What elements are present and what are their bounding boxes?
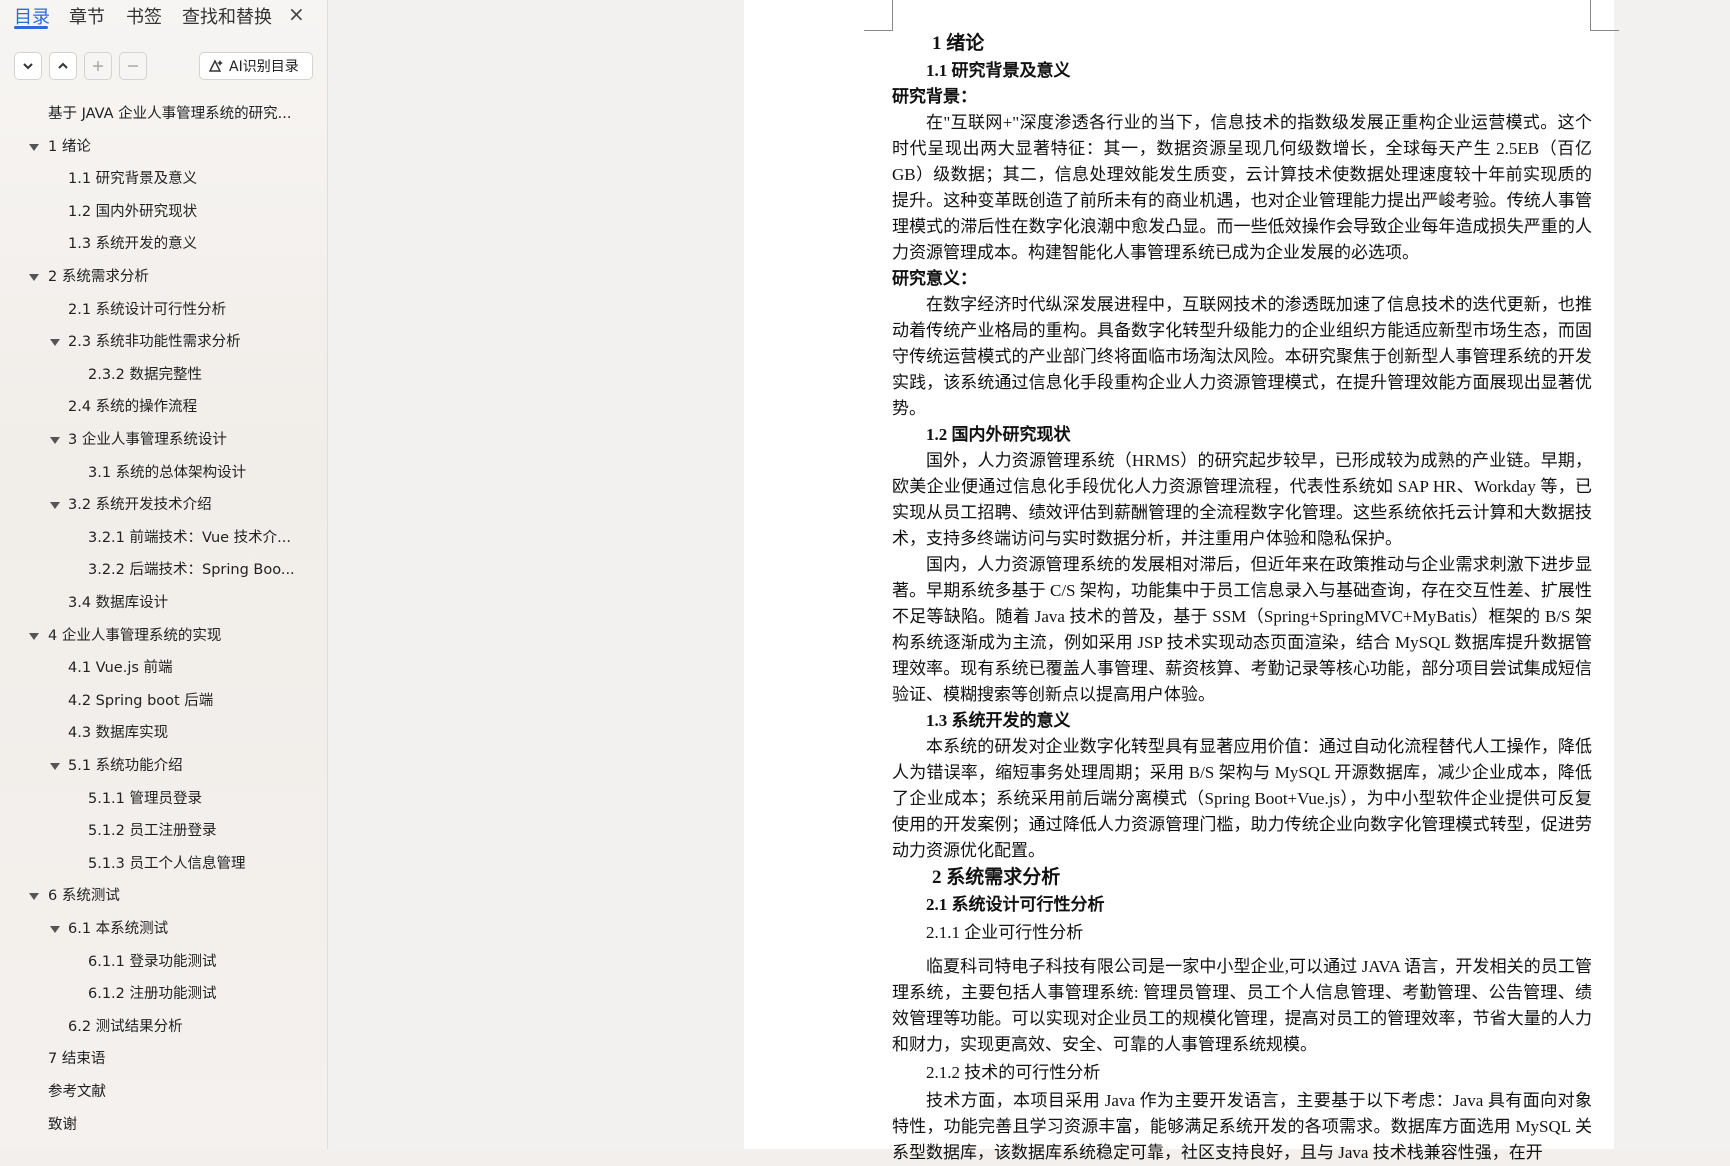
chapter-heading: 2 系统需求分析 [932,867,1061,888]
section-heading: 1.3 系统开发的意义 [926,711,1071,730]
chevron-down-icon [23,63,33,70]
toc-item[interactable]: 3.1 系统的总体架构设计 [88,461,246,485]
collapse-caret-icon[interactable] [50,502,60,510]
toc-item[interactable]: 1.1 研究背景及意义 [68,167,197,191]
tab-chapters[interactable]: 章节 [69,3,105,29]
body-paragraph: 国外，人力资源管理系统（HRMS）的研究起步较早，已形成较为成熟的产业链。早期，… [892,451,1592,548]
toc-item[interactable]: 5.1.1 管理员登录 [88,787,202,811]
ai-button-label: AI识别目录 [229,59,299,75]
tab-find-replace[interactable]: 查找和替换 [182,3,272,29]
close-icon[interactable]: × [288,2,305,26]
toc-item[interactable]: 3 企业人事管理系统设计 [68,428,227,452]
body-paragraph: 国内，人力资源管理系统的发展相对滞后，但近年来在政策推动与企业需求刺激下进步显著… [892,555,1592,704]
section-heading: 1.2 国内外研究现状 [926,425,1071,444]
toc-item[interactable]: 6.1 本系统测试 [68,917,168,941]
ai-recognize-toc-button[interactable]: AI识别目录 [199,52,313,80]
toc-item[interactable]: 参考文献 [48,1080,106,1104]
body-paragraph: 本系统的研发对企业数字化转型具有显著应用价值：通过自动化流程替代人工操作，降低人… [892,737,1592,860]
toc-item[interactable]: 7 结束语 [48,1047,105,1071]
toc-item[interactable]: 2 系统需求分析 [48,265,149,289]
collapse-caret-icon[interactable] [29,274,39,281]
collapse-all-button[interactable] [49,52,77,80]
toc-item[interactable]: 1.3 系统开发的意义 [68,232,197,256]
toc-item[interactable]: 3.2.1 前端技术：Vue 技术介... [88,526,291,550]
collapse-caret-icon[interactable] [50,339,60,347]
toc-item[interactable]: 2.3 系统非功能性需求分析 [68,330,241,354]
toc-item[interactable]: 4.2 Spring boot 后端 [68,689,213,713]
toc-item[interactable]: 3.4 数据库设计 [68,591,168,615]
chapter-heading: 1 绪论 [932,33,985,54]
toc-item[interactable]: 4.3 数据库实现 [68,721,168,745]
body-paragraph: 在"互联网+"深度渗透各行业的当下，信息技术的指数级发展正重构企业运营模式。这个… [892,113,1592,262]
tab-bookmarks[interactable]: 书签 [126,3,162,29]
document-body[interactable]: 1 绪论 1.1 研究背景及意义研究背景： 在"互联网+"深度渗透各行业的当下，信息… [892,30,1592,1166]
navigation-pane: 目录 章节 书签 查找和替换 × AI识别目录 基于 JAVA 企业人事管理系统… [0,0,328,1149]
collapse-caret-icon[interactable] [50,926,60,933]
nav-tabs: 目录 章节 书签 查找和替换 × [0,0,328,30]
document-canvas[interactable]: 1 绪论 1.1 研究背景及意义研究背景： 在"互联网+"深度渗透各行业的当下，信息… [329,0,1730,1162]
toc-item[interactable]: 2.4 系统的操作流程 [68,395,197,419]
collapse-caret-icon[interactable] [29,632,39,640]
expand-all-button[interactable] [14,52,42,80]
crop-mark [892,0,893,30]
toc-item[interactable]: 5.1.3 员工个人信息管理 [88,852,246,876]
toc-item[interactable]: 基于 JAVA 企业人事管理系统的研究... [48,102,291,126]
crop-mark [1590,30,1619,31]
outline-toolbar: AI识别目录 [0,52,328,84]
collapse-caret-icon[interactable] [29,893,39,901]
plus-icon [93,61,103,71]
toc-item[interactable]: 6.1.1 登录功能测试 [88,950,217,974]
add-heading-button[interactable] [84,52,112,80]
subsection-heading: 2.1.2 技术的可行性分析 [926,1063,1101,1082]
toc-item[interactable]: 4 企业人事管理系统的实现 [48,624,221,648]
section-heading: 2.1 系统设计可行性分析 [926,895,1105,914]
toc-item[interactable]: 致谢 [48,1113,77,1137]
body-paragraph: 在数字经济时代纵深发展进程中，互联网技术的渗透既加速了信息技术的迭代更新，也推动… [892,295,1592,418]
toc-item[interactable]: 3.2 系统开发技术介绍 [68,493,212,517]
chevron-up-icon [58,62,68,69]
toc-item[interactable]: 4.1 Vue.js 前端 [68,656,173,680]
toc-item[interactable]: 6 系统测试 [48,884,120,908]
collapse-caret-icon[interactable] [29,143,39,151]
crop-mark [864,30,893,31]
active-tab-indicator [14,26,48,29]
toc-item[interactable]: 6.2 测试结果分析 [68,1015,183,1039]
section-heading: 1.1 研究背景及意义 [926,61,1071,80]
body-paragraph: 技术方面，本项目采用 Java 作为主要开发语言，主要基于以下考虑：Java 具… [892,1091,1592,1162]
remove-heading-button[interactable] [119,52,147,80]
document-page[interactable]: 1 绪论 1.1 研究背景及意义研究背景： 在"互联网+"深度渗透各行业的当下，信息… [744,0,1619,1162]
toc-item[interactable]: 5.1 系统功能介绍 [68,754,183,778]
paragraph-lead: 研究意义： [892,269,977,288]
collapse-caret-icon[interactable] [50,763,60,770]
toc-item[interactable]: 3.2.2 后端技术：Spring Boo... [88,558,295,582]
toc-item[interactable]: 2.3.2 数据完整性 [88,363,202,387]
subsection-heading: 2.1.1 企业可行性分析 [926,923,1084,942]
crop-mark [1590,0,1591,30]
toc-item[interactable]: 2.1 系统设计可行性分析 [68,298,226,322]
ai-wand-icon [208,59,223,72]
toc-item[interactable]: 1 绪论 [48,135,91,159]
toc-item[interactable]: 1.2 国内外研究现状 [68,200,197,224]
collapse-caret-icon[interactable] [50,437,60,444]
paragraph-lead: 研究背景： [892,87,977,106]
toc-item[interactable]: 6.1.2 注册功能测试 [88,982,217,1006]
body-paragraph: 临夏科司特电子科技有限公司是一家中小型企业,可以通过 JAVA 语言，开发相关的… [892,957,1592,1054]
toc-item[interactable]: 5.1.2 员工注册登录 [88,819,217,843]
minus-icon [128,65,138,67]
